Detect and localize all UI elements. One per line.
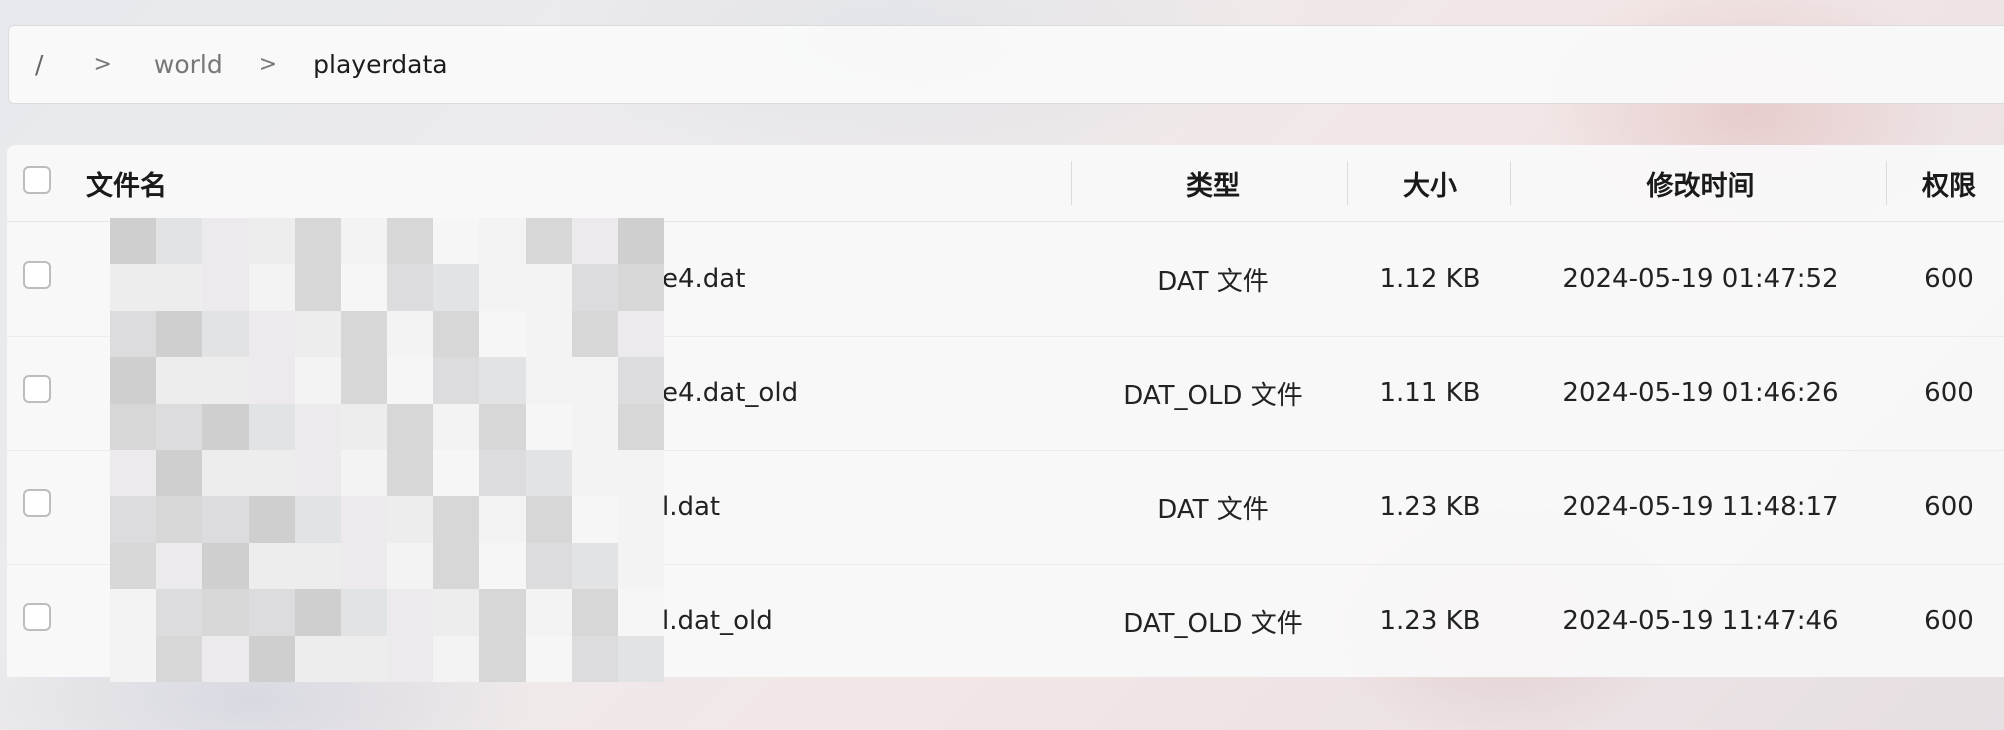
breadcrumb-root[interactable]: / [35,50,43,79]
breadcrumb-separator: > [93,52,112,77]
breadcrumb-separator: > [258,52,278,77]
file-type: DAT 文件 [1157,266,1269,297]
file-type: DAT_OLD 文件 [1123,608,1303,639]
column-divider[interactable] [1510,161,1511,205]
file-modified: 2024-05-19 11:47:46 [1562,606,1839,636]
file-name[interactable]: e4.dat [662,222,745,336]
breadcrumb-item-current[interactable]: playerdata [313,50,447,79]
column-header-modified[interactable]: 修改时间 [1512,145,1889,221]
row-checkbox[interactable] [23,261,51,289]
file-name[interactable]: l.dat [662,450,720,564]
file-permissions: 600 [1924,606,1974,636]
file-size: 1.23 KB [1379,606,1481,636]
file-permissions: 600 [1924,378,1974,408]
column-header-size[interactable]: 大小 [1349,145,1511,221]
file-type: DAT_OLD 文件 [1123,380,1303,411]
select-all-checkbox[interactable] [23,166,51,194]
row-checkbox[interactable] [23,603,51,631]
column-header-type[interactable]: 类型 [1073,145,1353,221]
column-header-name[interactable]: 文件名 [86,145,167,221]
column-header-permissions[interactable]: 权限 [1889,145,2004,221]
column-divider[interactable] [1347,161,1348,205]
file-modified: 2024-05-19 01:47:52 [1562,264,1839,294]
file-size: 1.11 KB [1379,378,1481,408]
file-name[interactable]: e4.dat_old [662,336,798,450]
breadcrumb-item-world[interactable]: world [154,50,223,79]
pixelated-redaction [110,218,664,682]
file-size: 1.12 KB [1379,264,1481,294]
file-name[interactable]: l.dat_old [662,564,773,677]
column-divider[interactable] [1071,161,1072,205]
file-size: 1.23 KB [1379,492,1481,522]
column-divider[interactable] [1886,161,1887,205]
row-checkbox[interactable] [23,375,51,403]
file-permissions: 600 [1924,492,1974,522]
row-checkbox[interactable] [23,489,51,517]
breadcrumb: / > world > playerdata [8,25,2004,104]
file-modified: 2024-05-19 11:48:17 [1562,492,1839,522]
file-permissions: 600 [1924,264,1974,294]
file-modified: 2024-05-19 01:46:26 [1562,378,1839,408]
file-type: DAT 文件 [1157,494,1269,525]
table-header: 文件名 类型 大小 修改时间 权限 [7,145,2004,222]
